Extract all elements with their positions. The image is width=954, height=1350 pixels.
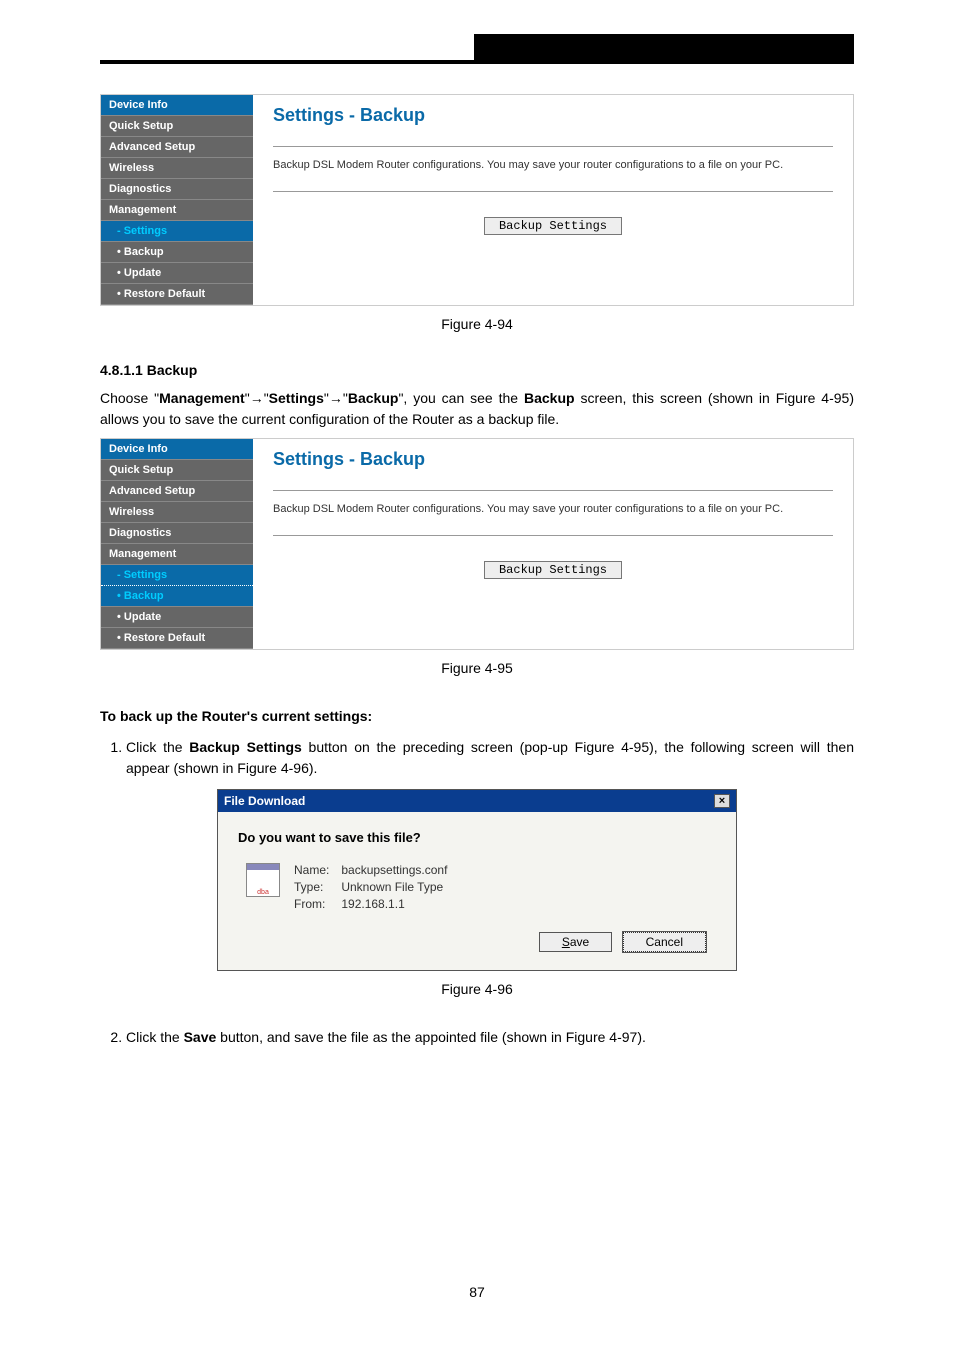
step-2: Click the Save button, and save the file… — [126, 1027, 854, 1048]
figure-95-screenshot: Device Info Quick Setup Advanced Setup W… — [100, 438, 854, 650]
section-heading: 4.8.1.1 Backup — [100, 362, 854, 378]
sidebar-device-info[interactable]: Device Info — [101, 95, 253, 116]
content-description: Backup DSL Modem Router configurations. … — [273, 159, 833, 171]
sidebar-restore-default-2[interactable]: • Restore Default — [101, 628, 253, 649]
figure-94-caption: Figure 4-94 — [100, 316, 854, 332]
sidebar-wireless-2[interactable]: Wireless — [101, 502, 253, 523]
sidebar-diagnostics[interactable]: Diagnostics — [101, 179, 253, 200]
close-icon[interactable]: × — [714, 794, 730, 808]
sidebar-update-2[interactable]: • Update — [101, 607, 253, 628]
dialog-question: Do you want to save this file? — [238, 830, 716, 845]
figure-95-caption: Figure 4-95 — [100, 660, 854, 676]
sidebar-restore-default[interactable]: • Restore Default — [101, 284, 253, 305]
sidebar-advanced-setup[interactable]: Advanced Setup — [101, 137, 253, 158]
sidebar-settings-2[interactable]: - Settings — [101, 565, 253, 586]
sidebar-diagnostics-2[interactable]: Diagnostics — [101, 523, 253, 544]
doc-header-blackbar — [474, 34, 854, 60]
content-title-2: Settings - Backup — [273, 449, 833, 470]
sidebar-wireless[interactable]: Wireless — [101, 158, 253, 179]
paragraph-choose: Choose "Management"→"Settings"→"Backup",… — [100, 388, 854, 430]
page-number: 87 — [0, 1284, 954, 1300]
sidebar-quick-setup-2[interactable]: Quick Setup — [101, 460, 253, 481]
file-icon: dba — [246, 863, 280, 897]
sidebar-settings[interactable]: - Settings — [101, 221, 253, 242]
sidebar-device-info-2[interactable]: Device Info — [101, 439, 253, 460]
content-panel-2: Settings - Backup Backup DSL Modem Route… — [253, 439, 853, 649]
sidebar-management-2[interactable]: Management — [101, 544, 253, 565]
dialog-title: File Download — [224, 794, 305, 808]
backup-settings-button-2[interactable]: Backup Settings — [484, 561, 622, 579]
step-1: Click the Backup Settings button on the … — [126, 737, 854, 779]
save-button[interactable]: Save — [539, 932, 612, 952]
sidebar-quick-setup[interactable]: Quick Setup — [101, 116, 253, 137]
to-back-up-line: To back up the Router's current settings… — [100, 706, 854, 727]
content-panel: Settings - Backup Backup DSL Modem Route… — [253, 95, 853, 305]
sidebar-update[interactable]: • Update — [101, 263, 253, 284]
sidebar-backup-2[interactable]: • Backup — [101, 586, 253, 607]
figure-94-screenshot: Device Info Quick Setup Advanced Setup W… — [100, 94, 854, 306]
backup-settings-button[interactable]: Backup Settings — [484, 217, 622, 235]
file-download-dialog: File Download × Do you want to save this… — [217, 789, 737, 971]
sidebar-2: Device Info Quick Setup Advanced Setup W… — [101, 439, 253, 649]
sidebar: Device Info Quick Setup Advanced Setup W… — [101, 95, 253, 305]
figure-96-caption: Figure 4-96 — [100, 981, 854, 997]
sidebar-backup[interactable]: • Backup — [101, 242, 253, 263]
cancel-button[interactable]: Cancel — [623, 932, 706, 952]
dialog-titlebar: File Download × — [218, 790, 736, 812]
dialog-file-info: Name: backupsettings.conf Type: Unknown … — [294, 863, 447, 914]
sidebar-advanced-setup-2[interactable]: Advanced Setup — [101, 481, 253, 502]
content-description-2: Backup DSL Modem Router configurations. … — [273, 503, 833, 515]
content-title: Settings - Backup — [273, 105, 833, 126]
sidebar-management[interactable]: Management — [101, 200, 253, 221]
